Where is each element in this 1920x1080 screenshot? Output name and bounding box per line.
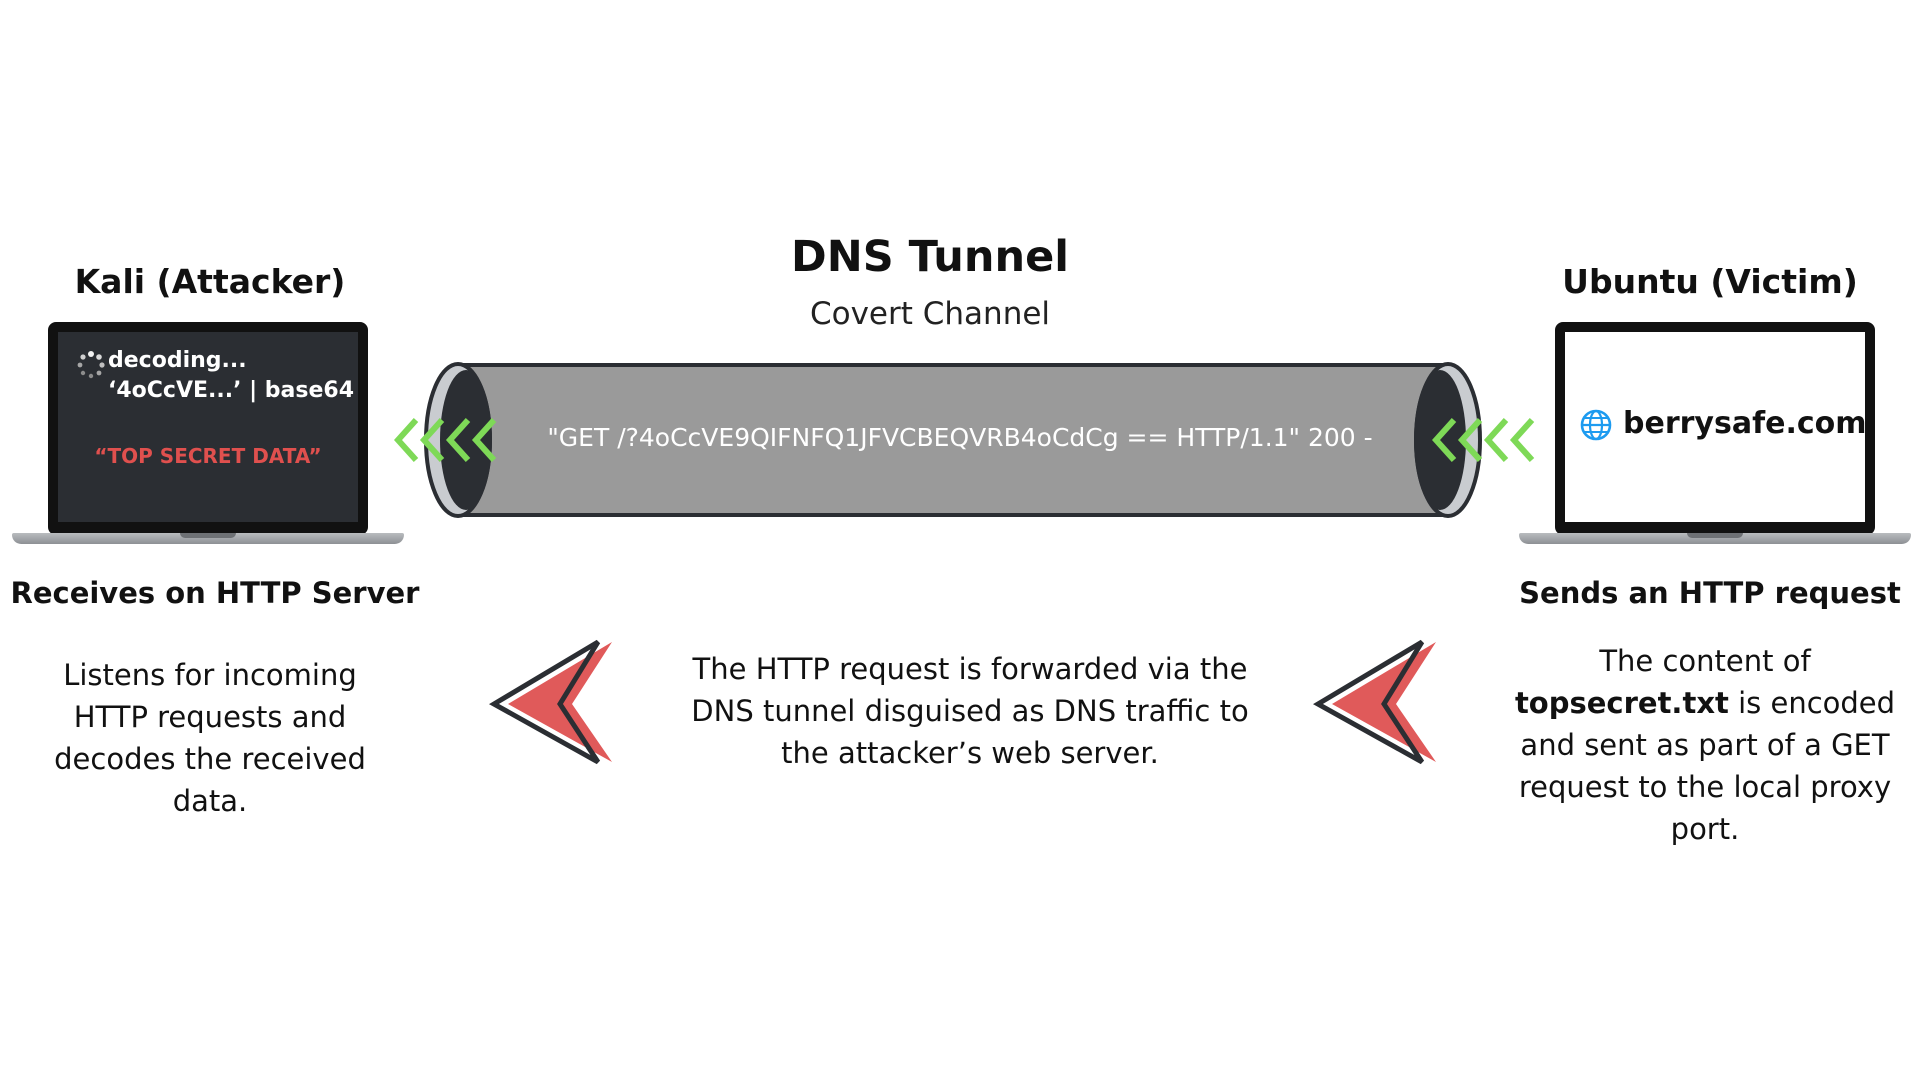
victim-laptop-notch [1687,533,1743,538]
attacker-laptop: decoding... ‘4oCcVE...’ | base64 “TOP SE… [48,322,368,535]
attacker-step-heading: Receives on HTTP Server [10,576,420,610]
dns-tunnel-diagram: DNS Tunnel Covert Channel Kali (Attacker… [0,0,1920,1080]
middle-description: The HTTP request is forwarded via the DN… [691,652,1249,770]
terminal-base64-line: ‘4oCcVE...’ | base64 [108,378,355,403]
victim-site-url: berrysafe.com [1623,406,1867,441]
tunnel-request-text: "GET /?4oCcVE9QIFNFQ1JFVCBEQVRB4oCdCg ==… [547,423,1373,452]
left-red-arrow-icon [488,639,612,765]
attacker-title: Kali (Attacker) [74,262,346,301]
chevron-left-icon [1509,417,1535,463]
diagram-title: DNS Tunnel [791,232,1069,282]
chevron-left-icon [1432,417,1457,463]
chevron-left-icon [1483,417,1509,463]
victim-description-prefix: The content of [1599,644,1811,678]
terminal-secret-text: “TOP SECRET DATA” [94,444,322,468]
chevron-left-icon [1457,417,1483,463]
chevron-left-icon [445,417,471,463]
chevron-left-icon [394,417,419,463]
right-flow-chevrons [1432,417,1535,463]
loading-spinner-icon [77,351,105,379]
right-red-arrow-icon [1312,639,1436,765]
victim-title: Ubuntu (Victim) [1562,262,1858,301]
diagram-subtitle: Covert Channel [809,296,1051,332]
attacker-description: Listens for incoming HTTP requests and d… [54,658,366,818]
left-flow-chevrons [394,417,497,463]
attacker-terminal: decoding... ‘4oCcVE...’ | base64 “TOP SE… [58,332,358,522]
victim-description: The content of topsecret.txt is encoded … [1500,640,1910,850]
victim-step-heading: Sends an HTTP request [1519,576,1901,610]
victim-laptop: berrysafe.com [1555,322,1875,535]
victim-browser: berrysafe.com [1565,332,1867,522]
globe-icon [1580,409,1612,441]
terminal-decoding-line: decoding... [108,348,247,373]
chevron-left-icon [471,417,497,463]
victim-description-filename: topsecret.txt [1514,686,1729,720]
chevron-left-icon [419,417,445,463]
attacker-laptop-notch [180,533,236,538]
